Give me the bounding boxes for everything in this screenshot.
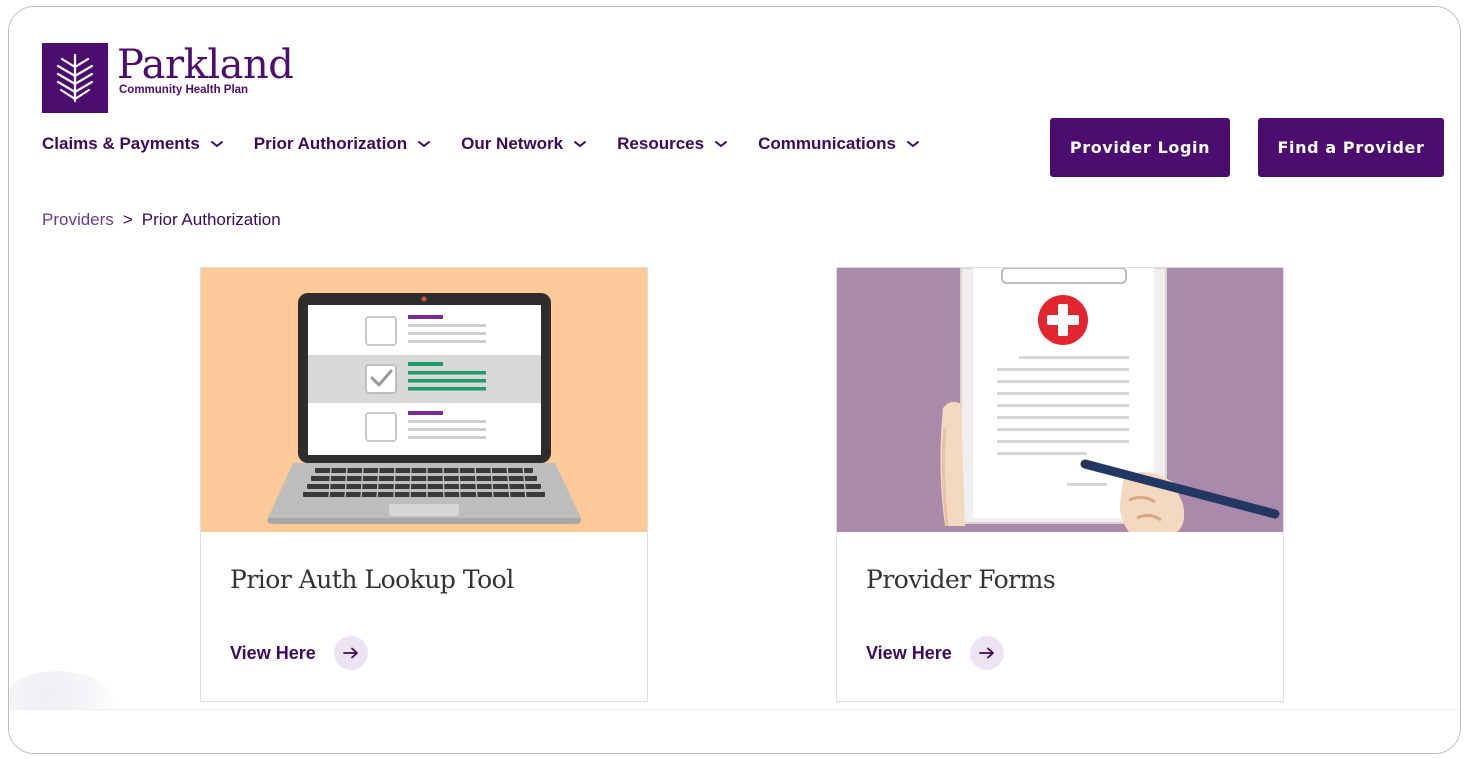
nav-item-claims-payments[interactable]: Claims & Payments [42, 134, 224, 154]
view-here-link[interactable]: View Here [230, 636, 368, 670]
nav-item-resources[interactable]: Resources [617, 134, 728, 154]
view-here-label: View Here [866, 642, 952, 663]
nav-item-label: Claims & Payments [42, 134, 200, 153]
logo-mark-icon [42, 43, 108, 113]
clipboard-medical-form-illustration [837, 268, 1283, 532]
nav-item-label: Communications [758, 134, 896, 153]
page: Parkland Community Health Plan Claims & … [9, 7, 1460, 731]
nav-item-label: Resources [617, 134, 705, 153]
main-nav: Claims & Payments Prior Authorization Ou… [42, 134, 950, 154]
card-title: Provider Forms [866, 565, 1056, 594]
card-title: Prior Auth Lookup Tool [230, 565, 514, 594]
arrow-right-icon[interactable] [969, 636, 1004, 670]
view-here-link[interactable]: View Here [866, 636, 1004, 670]
bottom-strip [9, 709, 1460, 753]
nav-item-our-network[interactable]: Our Network [461, 134, 587, 154]
breadcrumb-current: Prior Authorization [141, 210, 281, 229]
card-prior-auth-lookup[interactable]: Prior Auth Lookup Tool View Here [200, 267, 648, 702]
breadcrumb-separator: > [122, 210, 133, 229]
laptop-checklist-illustration [201, 268, 647, 532]
site-logo[interactable]: Parkland Community Health Plan [42, 42, 294, 113]
nav-item-communications[interactable]: Communications [758, 134, 920, 154]
find-provider-button[interactable]: Find a Provider [1258, 118, 1444, 177]
breadcrumb: Providers > Prior Authorization [42, 210, 281, 230]
provider-login-button[interactable]: Provider Login [1050, 118, 1230, 177]
card-provider-forms[interactable]: Provider Forms View Here [836, 267, 1284, 702]
breadcrumb-providers-link[interactable]: Providers [42, 210, 114, 230]
nav-item-prior-authorization[interactable]: Prior Authorization [254, 134, 431, 154]
nav-item-label: Our Network [461, 134, 564, 153]
chevron-down-icon [210, 141, 223, 148]
chevron-down-icon [574, 141, 587, 148]
brand-name: Parkland [117, 42, 294, 88]
chevron-down-icon [418, 141, 431, 148]
view-here-label: View Here [230, 642, 316, 663]
chevron-down-icon [906, 141, 919, 148]
browser-frame: Parkland Community Health Plan Claims & … [8, 6, 1461, 754]
arrow-right-icon[interactable] [333, 636, 368, 670]
chevron-down-icon [715, 141, 728, 148]
nav-item-label: Prior Authorization [253, 134, 408, 153]
